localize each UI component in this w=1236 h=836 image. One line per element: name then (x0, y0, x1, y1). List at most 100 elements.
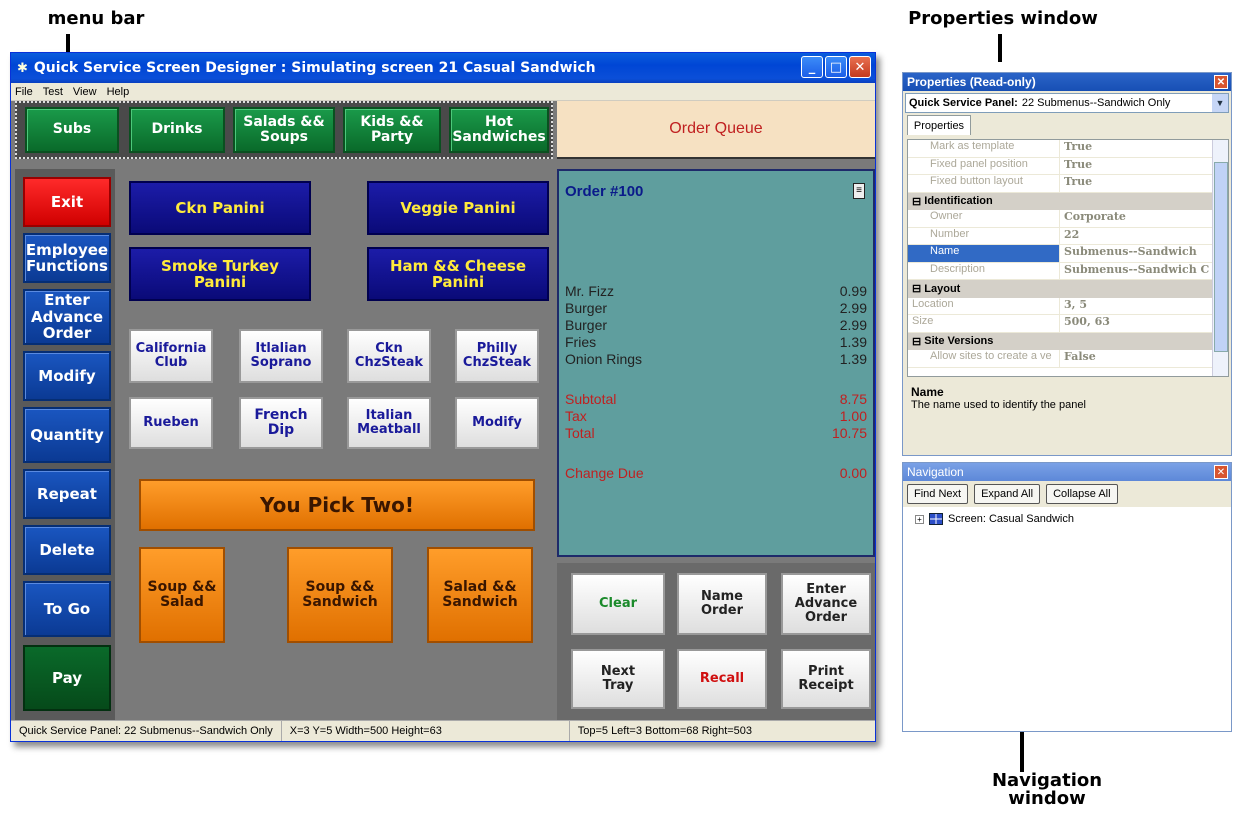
expand-all-button[interactable]: Expand All (974, 484, 1041, 504)
expand-icon[interactable]: + (915, 514, 924, 524)
modify-sandwich-button[interactable]: Modify (455, 397, 539, 449)
property-row-selected[interactable]: Name Submenus--Sandwich (908, 245, 1228, 263)
properties-window: Properties (Read-only) ✕ Quick Service P… (902, 72, 1232, 456)
chevron-down-icon[interactable]: ▼ (1212, 94, 1228, 112)
property-row[interactable]: Size 500, 63 (908, 315, 1228, 333)
receipt-icon[interactable]: ≡ (853, 183, 865, 199)
panel-selector[interactable]: Quick Service Panel: 22 Submenus--Sandwi… (905, 93, 1229, 113)
property-row[interactable]: Description Submenus--Sandwich C (908, 262, 1228, 280)
italian-soprano-button[interactable]: Itlalian Soprano (239, 329, 323, 383)
next-tray-button[interactable]: Next Tray (571, 649, 665, 709)
enter-advance-order-button[interactable]: Enter Advance Order (781, 573, 871, 635)
navigation-window: Navigation ✕ Find Next Expand All Collap… (902, 462, 1232, 732)
tax-line: Tax 1.00 (565, 408, 867, 424)
name-order-button[interactable]: Name Order (677, 573, 767, 635)
rueben-button[interactable]: Rueben (129, 397, 213, 449)
properties-close-icon[interactable]: ✕ (1214, 75, 1228, 89)
category-site-versions[interactable]: ⊟ Site Versions (908, 332, 1228, 350)
delete-button[interactable]: Delete (23, 525, 111, 575)
status-coords: X=3 Y=5 Width=500 Height=63 (282, 721, 570, 741)
quantity-button[interactable]: Quantity (23, 407, 111, 463)
tab-kids-party[interactable]: Kids && Party (343, 107, 441, 153)
order-item[interactable]: Fries 1.39 (565, 334, 867, 351)
tab-hot-sandwiches[interactable]: Hot Sandwiches (449, 107, 549, 153)
order-number: Order #100 (565, 183, 644, 200)
app-icon: ✱ (17, 60, 28, 76)
minimize-button[interactable]: _ (801, 56, 823, 78)
veggie-panini-button[interactable]: Veggie Panini (367, 181, 549, 235)
salad-sandwich-button[interactable]: Salad && Sandwich (427, 547, 533, 643)
find-next-button[interactable]: Find Next (907, 484, 969, 504)
menu-file[interactable]: File (15, 86, 33, 98)
menu-help[interactable]: Help (107, 86, 130, 98)
property-row[interactable]: Fixed panel position True (908, 157, 1228, 175)
philly-chzsteak-button[interactable]: Philly ChzSteak (455, 329, 539, 383)
scroll-thumb[interactable] (1214, 162, 1228, 352)
navigation-toolbar: Find Next Expand All Collapse All (903, 481, 1231, 507)
order-item[interactable]: Burger 2.99 (565, 317, 867, 334)
tab-salads-soups[interactable]: Salads && Soups (233, 107, 335, 153)
navigation-window-callout: Navigation window (991, 770, 1103, 809)
property-row[interactable]: Mark as template True (908, 140, 1228, 158)
order-queue: Order Queue (557, 101, 875, 159)
tab-subs[interactable]: Subs (25, 107, 119, 153)
french-dip-button[interactable]: French Dip (239, 397, 323, 449)
navigation-close-icon[interactable]: ✕ (1214, 465, 1228, 479)
california-club-button[interactable]: California Club (129, 329, 213, 383)
tree-item-screen[interactable]: + Screen: Casual Sandwich (915, 513, 1231, 525)
maximize-button[interactable]: □ (825, 56, 847, 78)
smoke-turkey-panini-button[interactable]: Smoke Turkey Panini (129, 247, 311, 301)
property-row[interactable]: Fixed button layout True (908, 175, 1228, 193)
description-text: The name used to identify the panel (911, 399, 1086, 411)
clear-button[interactable]: Clear (571, 573, 665, 635)
description-title: Name (911, 385, 944, 399)
order-item[interactable]: Onion Rings 1.39 (565, 351, 867, 368)
soup-sandwich-button[interactable]: Soup && Sandwich (287, 547, 393, 643)
screen-grid-icon (929, 513, 943, 525)
subtotal-line: Subtotal 8.75 (565, 391, 867, 407)
italian-meatball-button[interactable]: Italian Meatball (347, 397, 431, 449)
close-button[interactable]: ✕ (849, 56, 871, 78)
menu-test[interactable]: Test (43, 86, 63, 98)
title-bar: ✱ Quick Service Screen Designer : Simula… (11, 53, 875, 83)
tab-drinks[interactable]: Drinks (129, 107, 225, 153)
employee-functions-button[interactable]: Employee Functions (23, 233, 111, 283)
property-row[interactable]: Allow sites to create a ve False (908, 350, 1228, 368)
property-row[interactable]: Location 3, 5 (908, 297, 1228, 315)
to-go-button[interactable]: To Go (23, 581, 111, 637)
you-pick-two-banner: You Pick Two! (139, 479, 535, 531)
modify-left-button[interactable]: Modify (23, 351, 111, 401)
navigation-title: Navigation (907, 465, 964, 479)
change-due-line: Change Due 0.00 (565, 465, 867, 481)
ckn-chzsteak-button[interactable]: Ckn ChzSteak (347, 329, 431, 383)
ckn-panini-button[interactable]: Ckn Panini (129, 181, 311, 235)
category-layout[interactable]: ⊟ Layout (908, 280, 1228, 298)
pay-button[interactable]: Pay (23, 645, 111, 711)
properties-title: Properties (Read-only) (907, 75, 1036, 89)
property-scrollbar[interactable] (1212, 140, 1228, 376)
pos-screen-canvas: Subs Drinks Salads && Soups Kids && Part… (11, 101, 875, 721)
recall-button[interactable]: Recall (677, 649, 767, 709)
status-panel: Quick Service Panel: 22 Submenus--Sandwi… (11, 721, 282, 741)
panel-selector-label: Quick Service Panel: (909, 97, 1018, 109)
total-line: Total 10.75 (565, 425, 867, 441)
repeat-button[interactable]: Repeat (23, 469, 111, 519)
exit-button[interactable]: Exit (23, 177, 111, 227)
print-receipt-button[interactable]: Print Receipt (781, 649, 871, 709)
menu-view[interactable]: View (73, 86, 97, 98)
panel-selector-value: 22 Submenus--Sandwich Only (1021, 97, 1171, 109)
property-row[interactable]: Owner Corporate (908, 210, 1228, 228)
category-identification[interactable]: ⊟ Identification (908, 192, 1228, 210)
enter-advance-order-left-button[interactable]: Enter Advance Order (23, 289, 111, 345)
property-row[interactable]: Number 22 (908, 227, 1228, 245)
order-panel: Order #100 ≡ Mr. Fizz 0.99 Burger 2.99 Bur… (557, 169, 875, 557)
ham-cheese-panini-button[interactable]: Ham && Cheese Panini (367, 247, 549, 301)
property-description: Name The name used to identify the panel (907, 381, 1229, 453)
collapse-all-button[interactable]: Collapse All (1046, 484, 1118, 504)
property-grid[interactable]: Mark as template True Fixed panel positio… (907, 139, 1229, 377)
order-item[interactable]: Mr. Fizz 0.99 (565, 283, 867, 300)
tab-properties[interactable]: Properties (907, 115, 971, 135)
soup-salad-button[interactable]: Soup && Salad (139, 547, 225, 643)
properties-title-bar: Properties (Read-only) ✕ (903, 73, 1231, 91)
order-item[interactable]: Burger 2.99 (565, 300, 867, 317)
